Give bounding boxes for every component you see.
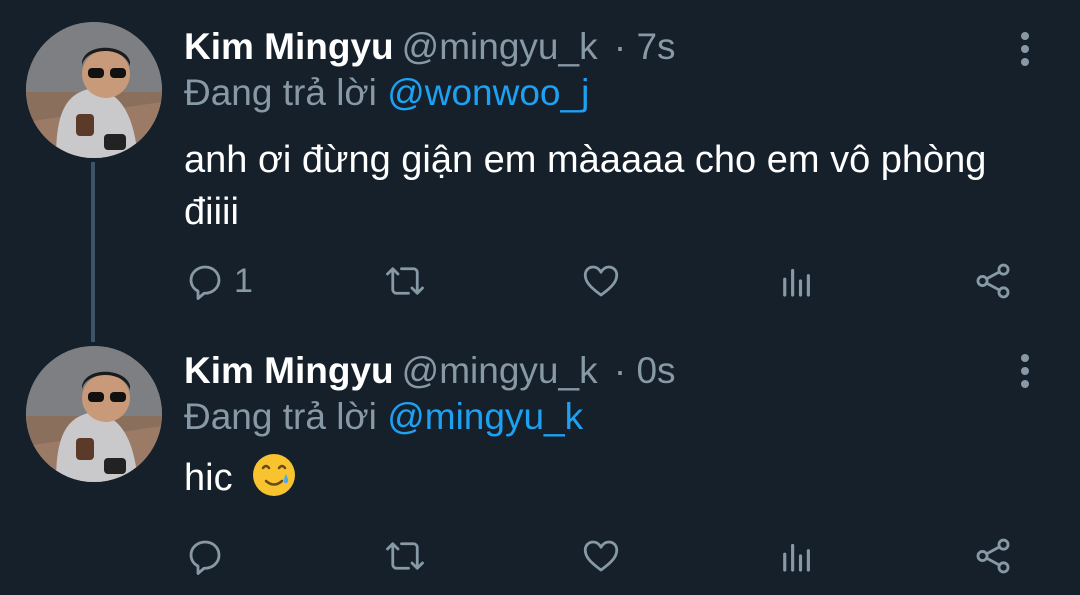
- smiling-face-with-tear-emoji: [251, 452, 297, 512]
- like-icon: [583, 540, 619, 572]
- like-button[interactable]: [580, 256, 622, 306]
- user-handle[interactable]: @mingyu_k: [402, 350, 598, 391]
- retweet-button[interactable]: [384, 531, 426, 581]
- share-icon: [976, 263, 1010, 299]
- display-name[interactable]: Kim Mingyu: [184, 26, 394, 67]
- reply-icon: [189, 540, 221, 575]
- reply-button[interactable]: 1: [184, 256, 253, 306]
- analytics-icon: [783, 543, 810, 572]
- timestamp[interactable]: · 7s: [614, 26, 676, 67]
- tweet-text: anh ơi đừng giận em màaaaa cho em vô phò…: [184, 139, 987, 233]
- reply-count: 1: [234, 261, 253, 300]
- reply-mention-link[interactable]: @mingyu_k: [387, 396, 583, 437]
- reply-button[interactable]: [184, 531, 234, 581]
- user-handle[interactable]: @mingyu_k: [402, 26, 598, 67]
- replying-to-label: Đang trả lời: [184, 72, 377, 113]
- reply-icon: [189, 265, 221, 300]
- share-button[interactable]: [972, 256, 1014, 306]
- share-icon: [976, 538, 1010, 574]
- reply-mention-link[interactable]: @wonwoo_j: [387, 72, 589, 113]
- more-icon[interactable]: [1010, 350, 1040, 400]
- action-bar: [184, 531, 1034, 581]
- analytics-button[interactable]: [776, 256, 818, 306]
- retweet-icon: [386, 267, 424, 295]
- more-icon[interactable]: [1010, 28, 1040, 78]
- analytics-button[interactable]: [776, 531, 818, 581]
- tweet-text: hic: [184, 457, 233, 499]
- like-button[interactable]: [580, 531, 622, 581]
- retweet-icon: [386, 542, 424, 570]
- tweet-2[interactable]: Kim Mingyu @mingyu_k · 0s Đang trả lời @m…: [0, 330, 1080, 595]
- display-name[interactable]: Kim Mingyu: [184, 350, 394, 391]
- tweet-1[interactable]: Kim Mingyu @mingyu_k · 7s Đang trả lời @w…: [0, 0, 1080, 330]
- share-button[interactable]: [972, 531, 1014, 581]
- action-bar: 1: [184, 256, 1034, 306]
- replying-to-label: Đang trả lời: [184, 396, 377, 437]
- like-icon: [583, 265, 619, 297]
- retweet-button[interactable]: [384, 256, 426, 306]
- avatar[interactable]: [26, 22, 162, 158]
- analytics-icon: [783, 268, 810, 297]
- avatar[interactable]: [26, 346, 162, 482]
- timestamp[interactable]: · 0s: [614, 350, 676, 391]
